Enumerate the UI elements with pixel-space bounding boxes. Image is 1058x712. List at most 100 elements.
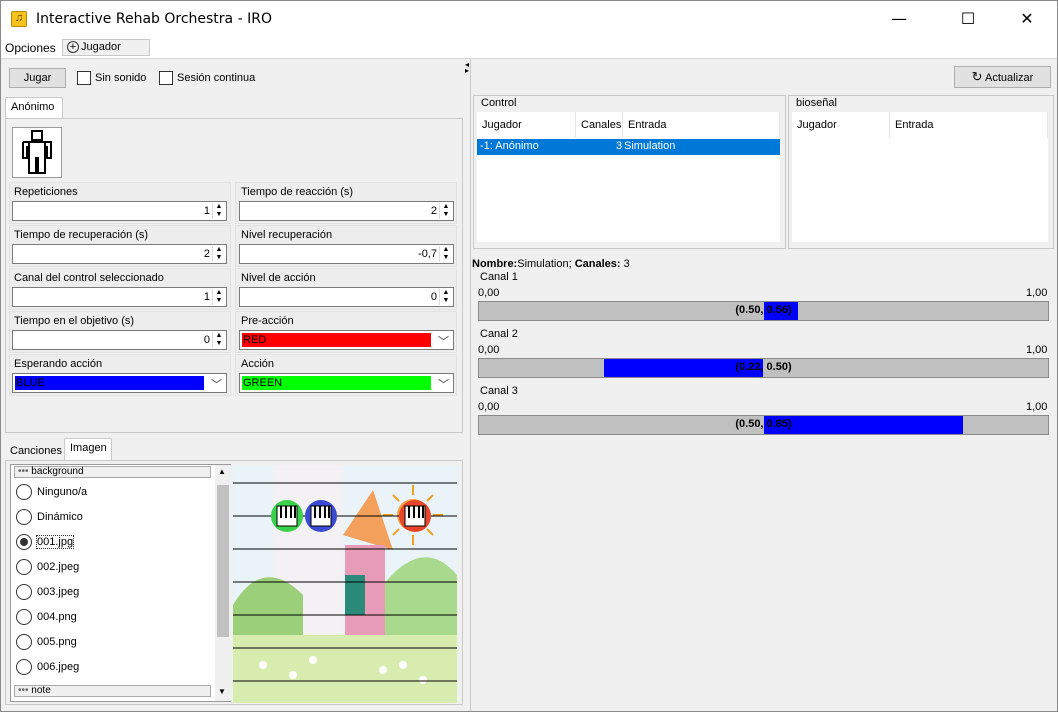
- piano-icon-3: [399, 500, 431, 532]
- channel-label: Canal 3: [480, 385, 518, 397]
- spin-arrows-icon[interactable]: ▲ ▼: [212, 246, 225, 262]
- spin-arrows-icon[interactable]: ▲ ▼: [439, 246, 452, 262]
- radio-button[interactable]: [16, 509, 32, 525]
- radio-button[interactable]: [16, 609, 32, 625]
- avatar[interactable]: [12, 127, 62, 178]
- tiempo-recuperacion-spinbox[interactable]: 2 ▲ ▼: [12, 244, 227, 264]
- radio-button[interactable]: [16, 559, 32, 575]
- close-button[interactable]: ✕: [1004, 1, 1050, 37]
- channel-max: 1,00: [1026, 401, 1048, 413]
- radio-label[interactable]: Ninguno/a: [37, 486, 87, 498]
- spin-arrows-icon[interactable]: ▲ ▼: [212, 289, 225, 305]
- image-preview: [233, 465, 457, 703]
- add-player-label: Jugador: [81, 41, 121, 53]
- radio-label[interactable]: 001.jpg: [35, 535, 75, 549]
- nivel-accion-label: Nivel de acción: [241, 272, 316, 284]
- channel-label: Canal 1: [480, 271, 518, 283]
- channel-range-bar[interactable]: (0.22, 0.50): [478, 358, 1049, 378]
- channel-max: 1,00: [1026, 287, 1048, 299]
- minimize-button[interactable]: —: [876, 1, 922, 37]
- chevron-down-icon: ﹀: [438, 336, 449, 348]
- repeticiones-value: 1: [203, 205, 210, 217]
- menu-opciones[interactable]: Opciones: [5, 41, 56, 55]
- radio-label[interactable]: 004.png: [37, 611, 77, 623]
- channel-range-bar[interactable]: (0.50, 0.56): [478, 301, 1049, 321]
- window-title: Interactive Rehab Orchestra - IRO: [36, 11, 272, 27]
- esperando-accion-select[interactable]: BLUE ﹀: [12, 373, 227, 393]
- plus-circle-icon: +: [67, 41, 79, 53]
- radio-label[interactable]: Dinámico: [37, 511, 83, 523]
- accion-label: Acción: [241, 358, 275, 370]
- channel-range-text: (0.50, 0.56): [735, 304, 792, 316]
- nombre-label: Nombre:: [472, 258, 518, 270]
- esperando-accion-label: Esperando acción: [14, 358, 103, 370]
- col-jugador[interactable]: Jugador: [792, 112, 890, 138]
- radio-button[interactable]: [16, 659, 32, 675]
- chevron-down-icon: ﹀: [211, 379, 222, 391]
- row-entrada: Simulation: [624, 140, 676, 152]
- radio-label[interactable]: 003.jpeg: [37, 586, 79, 598]
- play-button[interactable]: Jugar: [9, 68, 66, 88]
- radio-label[interactable]: 006.jpeg: [37, 661, 79, 673]
- canal-control-value: 1: [203, 291, 210, 303]
- pre-accion-value: RED: [242, 333, 431, 347]
- nivel-recuperacion-value: -0,7: [418, 248, 437, 260]
- pre-accion-select[interactable]: RED ﹀: [239, 330, 454, 350]
- menu-bar: Opciones + Jugador: [1, 37, 1057, 59]
- col-canales[interactable]: Canales: [576, 112, 623, 138]
- accion-select[interactable]: GREEN ﹀: [239, 373, 454, 393]
- spin-arrows-icon[interactable]: ▲ ▼: [212, 203, 225, 219]
- no-sound-checkbox[interactable]: [77, 71, 91, 85]
- nivel-recuperacion-spinbox[interactable]: -0,7 ▲ ▼: [239, 244, 454, 264]
- channel-range-bar[interactable]: (0.50, 0.85): [478, 415, 1049, 435]
- table-row[interactable]: -1: Anónimo 3 Simulation: [477, 139, 780, 155]
- biosignal-title: bioseñal: [796, 97, 837, 109]
- spin-arrows-icon[interactable]: ▲ ▼: [439, 289, 452, 305]
- scroll-thumb[interactable]: [217, 485, 229, 637]
- channel-max: 1,00: [1026, 344, 1048, 356]
- background-artwork: [233, 465, 457, 703]
- scroll-up-icon[interactable]: ▲: [218, 467, 226, 476]
- maximize-button[interactable]: ☐: [945, 1, 991, 37]
- tiempo-reaccion-spinbox[interactable]: 2 ▲ ▼: [239, 201, 454, 221]
- row-canales: 3: [616, 140, 623, 152]
- radio-button[interactable]: [16, 634, 32, 650]
- continuous-session-checkbox[interactable]: [159, 71, 173, 85]
- col-entrada[interactable]: Entrada: [890, 112, 1048, 138]
- col-jugador[interactable]: Jugador: [477, 112, 576, 138]
- tiempo-reaccion-label: Tiempo de reacción (s): [241, 186, 354, 198]
- tab-canciones[interactable]: Canciones: [5, 441, 65, 461]
- radio-label[interactable]: 002.jpeg: [37, 561, 79, 573]
- repeticiones-label: Repeticiones: [14, 186, 78, 198]
- list-scrollbar[interactable]: ▲ ▼: [215, 465, 231, 701]
- image-list: ••• background Ninguno/a Dinámico 001.jpg 0…: [10, 464, 231, 702]
- radio-button[interactable]: [16, 534, 32, 550]
- col-entrada[interactable]: Entrada: [623, 112, 780, 138]
- music-note-icon: ♫: [11, 11, 27, 27]
- splitter-handle[interactable]: ◂ ▸: [465, 61, 469, 75]
- tiempo-objetivo-spinbox[interactable]: 0 ▲ ▼: [12, 330, 227, 350]
- repeticiones-spinbox[interactable]: 1 ▲ ▼: [12, 201, 227, 221]
- section-background[interactable]: ••• background: [14, 466, 211, 478]
- tab-anonimo[interactable]: Anónimo: [5, 97, 63, 119]
- radio-button[interactable]: [16, 484, 32, 500]
- update-button[interactable]: ↻ Actualizar: [954, 66, 1051, 88]
- channel-info: Nombre:Simulation; Canales: 3: [472, 258, 630, 270]
- channel-min: 0,00: [478, 287, 500, 299]
- section-note[interactable]: ••• note: [14, 685, 211, 697]
- channel-range-text: (0.50, 0.85): [735, 418, 792, 430]
- spin-arrows-icon[interactable]: ▲ ▼: [212, 332, 225, 348]
- tiempo-recuperacion-value: 2: [203, 248, 210, 260]
- collapse-dots-icon: •••: [18, 466, 29, 477]
- radio-button[interactable]: [16, 584, 32, 600]
- nivel-accion-spinbox[interactable]: 0 ▲ ▼: [239, 287, 454, 307]
- continuous-session-label: Sesión continua: [177, 72, 256, 84]
- biosignal-table: Jugador Entrada: [792, 112, 1048, 242]
- canal-control-spinbox[interactable]: 1 ▲ ▼: [12, 287, 227, 307]
- tab-imagen[interactable]: Imagen: [64, 438, 112, 461]
- canales-label: Canales:: [574, 258, 621, 270]
- radio-label[interactable]: 005.png: [37, 636, 77, 648]
- spin-arrows-icon[interactable]: ▲ ▼: [439, 203, 452, 219]
- add-player-button[interactable]: + Jugador: [62, 39, 150, 56]
- scroll-down-icon[interactable]: ▼: [218, 687, 226, 696]
